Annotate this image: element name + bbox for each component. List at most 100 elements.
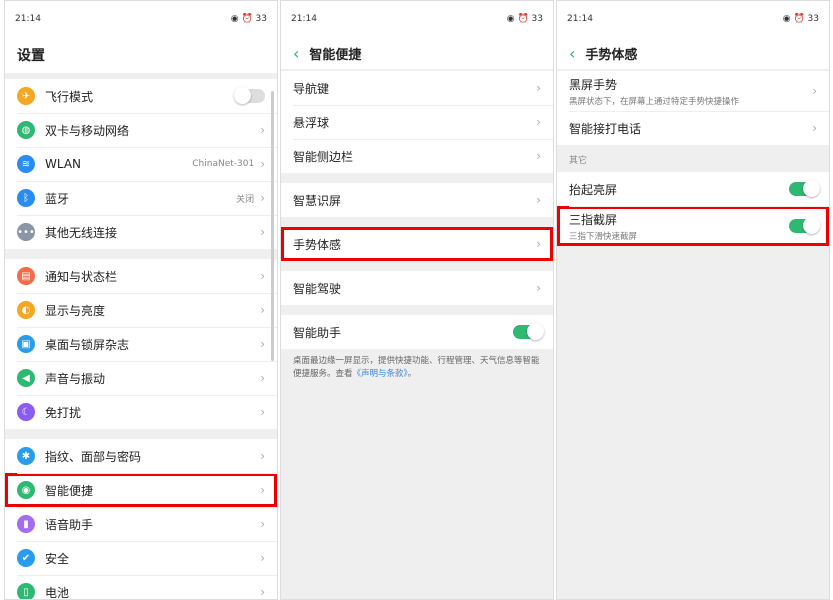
sound-icon: ◀: [17, 369, 35, 387]
item-label: 抬起亮屏: [569, 181, 789, 198]
settings-group: 导航键›悬浮球›智能侧边栏›: [281, 71, 553, 173]
list-item[interactable]: ◐显示与亮度›: [5, 293, 277, 327]
list-item[interactable]: ▣桌面与锁屏杂志›: [5, 327, 277, 361]
settings-group: ✈飞行模式◍双卡与移动网络›≋WLANChinaNet-301›ᛒ蓝牙关闭›••…: [5, 79, 277, 249]
scrollbar[interactable]: [271, 91, 274, 361]
list-item[interactable]: 导航键›: [281, 71, 553, 105]
note-end: 。: [408, 369, 417, 379]
chevron-right-icon: ›: [536, 115, 541, 129]
item-title: 蓝牙: [45, 192, 69, 206]
item-label: 导航键: [293, 80, 536, 97]
list-item[interactable]: 手势体感›: [281, 227, 553, 261]
list-item[interactable]: 悬浮球 ›: [281, 105, 553, 139]
item-label: 手势体感: [293, 236, 536, 253]
battery-level: 33: [532, 14, 543, 24]
chevron-right-icon: ›: [260, 551, 265, 565]
back-icon[interactable]: ‹: [293, 44, 299, 63]
wifi-icon: ≋: [17, 155, 35, 173]
list-item[interactable]: ◉智能便捷›: [5, 473, 277, 507]
chevron-right-icon: ›: [812, 121, 817, 135]
chevron-right-icon: ›: [260, 517, 265, 531]
list-item[interactable]: ◍双卡与移动网络›: [5, 113, 277, 147]
shield-icon: ✔: [17, 549, 35, 567]
settings-group: ▤通知与状态栏›◐显示与亮度›▣桌面与锁屏杂志›◀声音与振动›☾免打扰›: [5, 259, 277, 429]
terms-link[interactable]: 《声明与条款》: [353, 369, 408, 379]
item-label: 通知与状态栏: [45, 268, 260, 285]
item-label: 智能便捷: [45, 482, 260, 499]
chevron-right-icon: ›: [260, 191, 265, 205]
back-icon[interactable]: ‹: [569, 44, 575, 63]
list-item[interactable]: ✱指纹、面部与密码›: [5, 439, 277, 473]
item-title: 智能侧边栏: [293, 150, 353, 164]
list-item[interactable]: ▤通知与状态栏›: [5, 259, 277, 293]
chevron-right-icon: ›: [260, 405, 265, 419]
item-label: WLAN: [45, 157, 192, 171]
list-item[interactable]: 智能驾驶 ›: [281, 271, 553, 305]
item-title: 智能便捷: [45, 484, 93, 498]
list-item[interactable]: ≋WLANChinaNet-301›: [5, 147, 277, 181]
item-label: 电池: [45, 584, 260, 600]
list-item[interactable]: ▯电池›: [5, 575, 277, 600]
chevron-right-icon: ›: [812, 84, 817, 98]
item-label: 三指截屏三指下滑快速截屏: [569, 211, 789, 242]
item-label: 飞行模式: [45, 88, 237, 105]
item-title: 声音与振动: [45, 372, 105, 386]
list-item[interactable]: 抬起亮屏: [557, 172, 829, 206]
airplane-icon: ✈: [17, 87, 35, 105]
more-icon: •••: [17, 223, 35, 241]
item-title: 智能驾驶: [293, 282, 341, 296]
item-label: 智能侧边栏: [293, 148, 536, 165]
item-title: 智慧识屏: [293, 194, 341, 208]
item-label: 蓝牙: [45, 190, 236, 207]
list-item[interactable]: ☾ 免打扰›: [5, 395, 277, 429]
list-item[interactable]: 三指截屏三指下滑快速截屏: [557, 206, 829, 246]
list-item[interactable]: ▮语音助手›: [5, 507, 277, 541]
item-title: 桌面与锁屏杂志: [45, 338, 129, 352]
settings-group: ✱指纹、面部与密码›◉智能便捷›▮语音助手›✔安全›▯电池›: [5, 439, 277, 600]
list-item[interactable]: 智能接打电话›: [557, 111, 829, 145]
item-label: 智能助手: [293, 324, 513, 341]
globe-icon: ◍: [17, 121, 35, 139]
toggle-switch[interactable]: [237, 89, 265, 103]
smart-icon: ◉: [17, 481, 35, 499]
moon-icon: ☾: [17, 403, 35, 421]
chevron-right-icon: ›: [260, 585, 265, 599]
chevron-right-icon: ›: [260, 449, 265, 463]
item-title: 电池: [45, 586, 69, 600]
list-item[interactable]: 黑屏手势黑屏状态下，在屏幕上通过特定手势快捷操作›: [557, 71, 829, 111]
assistant-note: 桌面最边缘一屏显示，提供快捷功能、行程管理、天气信息等智能便捷服务。查看《声明与…: [281, 349, 553, 387]
chevron-right-icon: ›: [536, 281, 541, 295]
list-item[interactable]: •••其他无线连接›: [5, 215, 277, 249]
list-item[interactable]: 智能助手: [281, 315, 553, 349]
toggle-switch[interactable]: [789, 182, 817, 196]
section-header: 其它: [557, 145, 829, 172]
header: ‹手势体感: [557, 37, 829, 69]
item-label: 指纹、面部与密码: [45, 448, 260, 465]
item-label: 智慧识屏: [293, 192, 536, 209]
settings-group: 智能驾驶 ›: [281, 271, 553, 305]
notification-icon: ▤: [17, 267, 35, 285]
chevron-right-icon: ›: [536, 81, 541, 95]
item-title: WLAN: [45, 157, 81, 171]
list-item[interactable]: ᛒ蓝牙关闭›: [5, 181, 277, 215]
toggle-switch[interactable]: [789, 219, 817, 233]
list-item[interactable]: ✈ 飞行模式: [5, 79, 277, 113]
chevron-right-icon: ›: [260, 337, 265, 351]
item-title: 悬浮球: [293, 116, 329, 130]
item-title: 智能助手: [293, 326, 341, 340]
list-item[interactable]: 智慧识屏›: [281, 183, 553, 217]
item-label: 免打扰: [45, 404, 260, 421]
list-item[interactable]: ◀声音与振动›: [5, 361, 277, 395]
status-time: 21:14: [567, 14, 593, 24]
settings-group: 手势体感›: [281, 227, 553, 261]
item-title: 其他无线连接: [45, 226, 117, 240]
battery-level: 33: [808, 14, 819, 24]
toggle-switch[interactable]: [513, 325, 541, 339]
chevron-right-icon: ›: [536, 237, 541, 251]
mic-icon: ▮: [17, 515, 35, 533]
list-item[interactable]: 智能侧边栏›: [281, 139, 553, 173]
item-label: 智能接打电话: [569, 120, 812, 137]
battery-icon: ◉ ⏰ 33: [783, 14, 819, 24]
item-title: 通知与状态栏: [45, 270, 117, 284]
list-item[interactable]: ✔安全›: [5, 541, 277, 575]
